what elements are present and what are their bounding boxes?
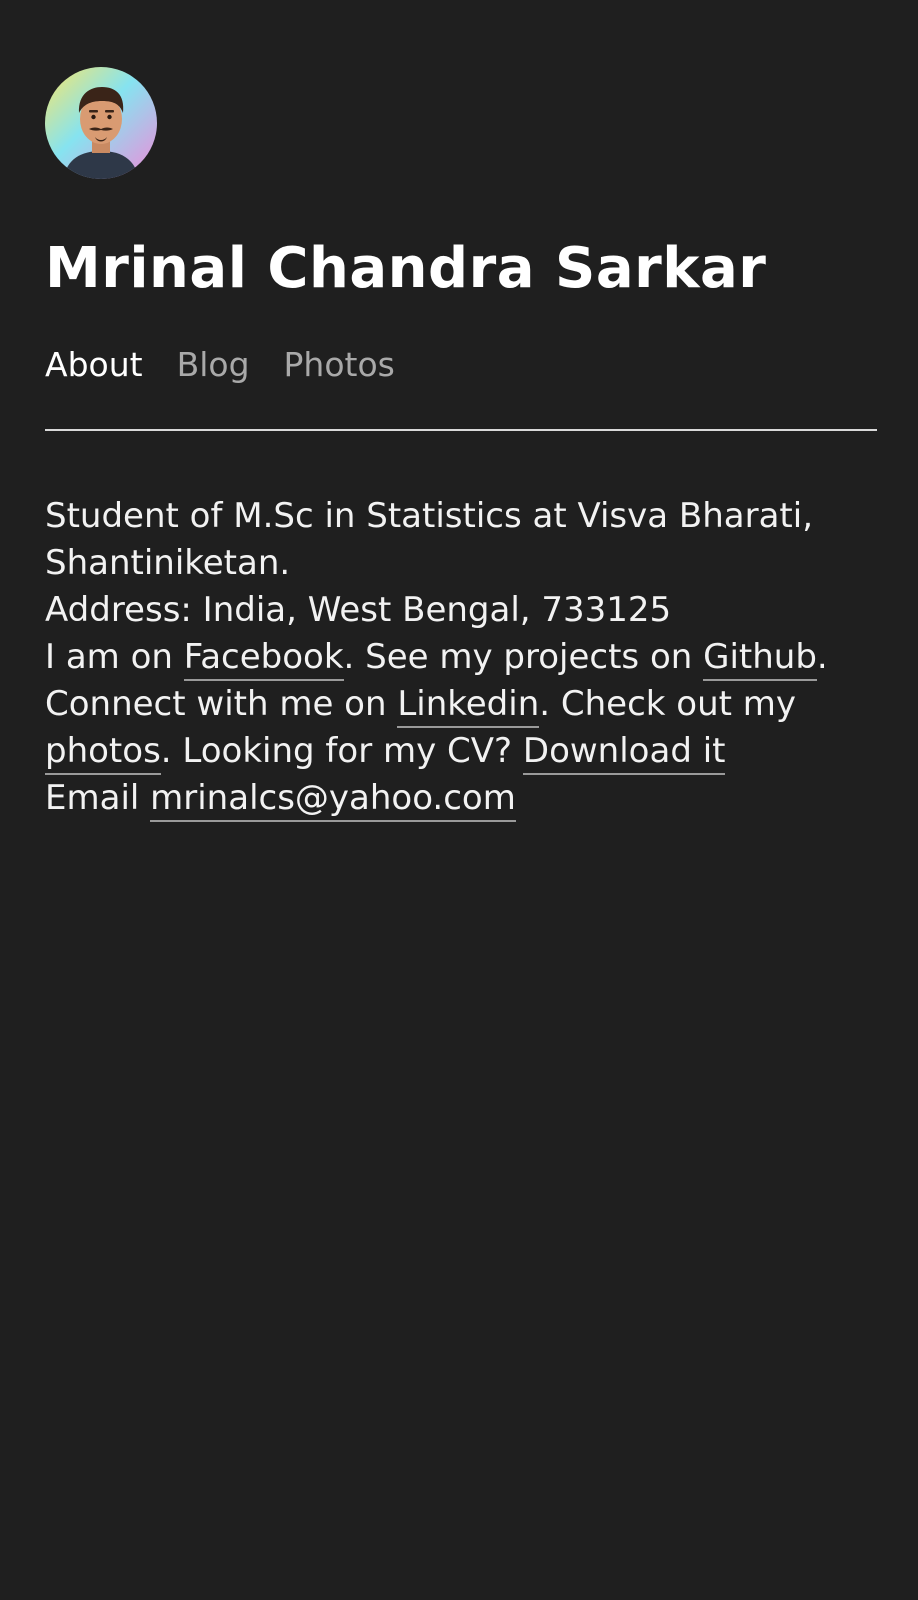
download-cv-link[interactable]: Download it	[522, 731, 726, 775]
nav-item-blog[interactable]: Blog	[177, 343, 250, 387]
avatar[interactable]	[45, 67, 157, 179]
github-prefix: . See my projects on	[343, 637, 704, 677]
cv-prefix: . Looking for my CV?	[160, 731, 523, 771]
email-link[interactable]: mrinalcs@yahoo.com	[150, 778, 516, 822]
facebook-prefix: I am on	[45, 637, 184, 677]
facebook-link[interactable]: Facebook	[183, 637, 344, 681]
photos-prefix: . Check out my	[539, 684, 797, 724]
person-avatar-icon	[45, 67, 157, 179]
github-suffix: .	[816, 637, 828, 677]
page-container: Mrinal Chandra Sarkar About Blog Photos …	[45, 67, 877, 822]
nav-item-photos[interactable]: Photos	[284, 343, 395, 387]
header-divider	[45, 429, 877, 431]
main-nav: About Blog Photos	[45, 343, 877, 387]
email-prefix: Email	[45, 778, 151, 818]
email-line: Email mrinalcs@yahoo.com	[45, 775, 877, 822]
bio-line-2: Shantiniketan.	[45, 543, 291, 583]
site-title[interactable]: Mrinal Chandra Sarkar	[45, 231, 877, 307]
github-link[interactable]: Github	[703, 637, 817, 681]
bio-line-1: Student of M.Sc in Statistics at Visva B…	[45, 496, 814, 536]
cv-line: photos. Looking for my CV? Download it	[45, 728, 877, 775]
bio-section: Student of M.Sc in Statistics at Visva B…	[45, 493, 877, 822]
social-line: I am on Facebook. See my projects on Git…	[45, 634, 877, 681]
nav-item-about[interactable]: About	[45, 343, 143, 387]
linkedin-link[interactable]: Linkedin	[397, 684, 540, 728]
photos-link[interactable]: photos	[45, 731, 161, 775]
linkedin-prefix: Connect with me on	[45, 684, 398, 724]
linkedin-line: Connect with me on Linkedin. Check out m…	[45, 681, 877, 728]
address-text: Address: India, West Bengal, 733125	[45, 590, 672, 630]
